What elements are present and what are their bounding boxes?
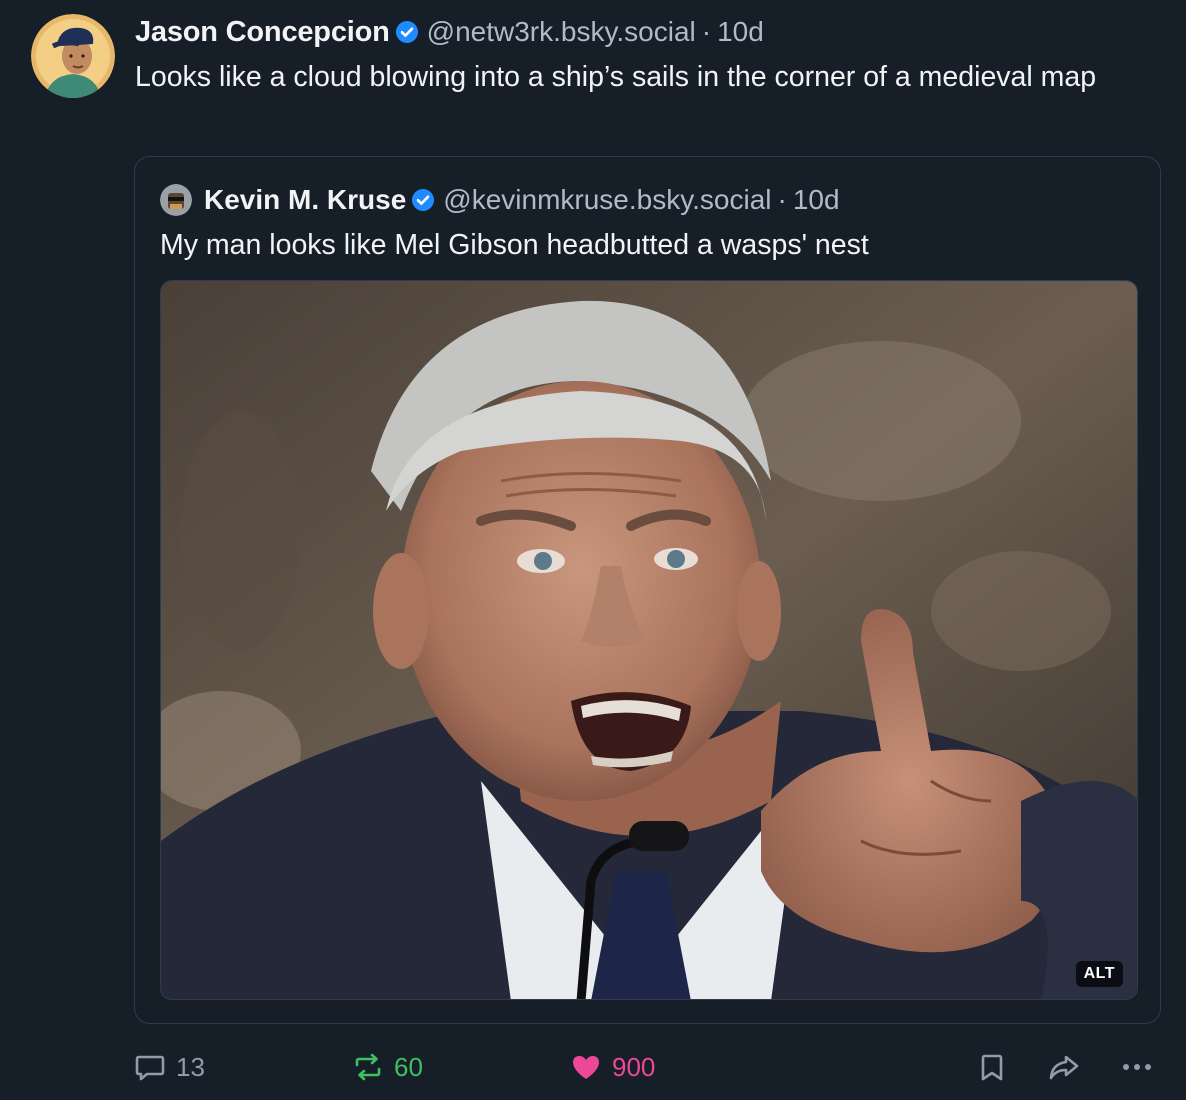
speech-bubble-icon (134, 1051, 166, 1083)
quoted-post-timestamp[interactable]: 10d (793, 184, 840, 216)
share-arrow-icon (1046, 1051, 1082, 1083)
verified-check-icon[interactable] (395, 20, 419, 44)
quoted-header-separator: · (777, 184, 787, 215)
repost-button[interactable]: 60 (352, 1046, 423, 1088)
repost-arrows-icon (352, 1051, 384, 1083)
alt-text-badge[interactable]: ALT (1075, 961, 1123, 987)
share-button[interactable] (1046, 1046, 1082, 1088)
more-dots-icon (1120, 1051, 1154, 1083)
verified-check-icon[interactable] (411, 188, 435, 212)
post-action-bar: 13 60 900 (134, 1046, 1164, 1088)
post-header: Jason Concepcion @netw3rk.bsky.social · … (135, 14, 764, 50)
quoted-post-card[interactable]: Kevin M. Kruse @kevinmkruse.bsky.social … (134, 156, 1161, 1024)
quoted-post-header: Kevin M. Kruse @kevinmkruse.bsky.social … (160, 183, 840, 217)
like-button[interactable]: 900 (570, 1046, 655, 1088)
author-avatar[interactable] (31, 14, 115, 98)
like-count: 900 (612, 1051, 656, 1082)
post-text: Looks like a cloud blowing into a ship’s… (135, 61, 1097, 93)
post-timestamp[interactable]: 10d (717, 16, 764, 48)
quoted-post-text: My man looks like Mel Gibson headbutted … (160, 229, 869, 261)
reply-button[interactable]: 13 (134, 1046, 205, 1088)
bookmark-icon (976, 1051, 1008, 1083)
heart-icon (570, 1051, 602, 1083)
header-separator: · (701, 16, 712, 47)
more-options-button[interactable] (1120, 1046, 1154, 1088)
author-display-name[interactable]: Jason Concepcion (135, 16, 390, 49)
bookmark-button[interactable] (976, 1046, 1008, 1088)
reply-count: 13 (176, 1051, 205, 1082)
quoted-author-avatar[interactable] (160, 184, 192, 216)
quoted-author-handle[interactable]: @kevinmkruse.bsky.social (443, 184, 771, 216)
quoted-post-image[interactable]: ALT (160, 280, 1138, 1000)
author-handle[interactable]: @netw3rk.bsky.social (427, 16, 696, 48)
post[interactable]: Jason Concepcion @netw3rk.bsky.social · … (0, 0, 1186, 1100)
quoted-author-display-name[interactable]: Kevin M. Kruse (204, 184, 406, 216)
repost-count: 60 (394, 1051, 423, 1082)
